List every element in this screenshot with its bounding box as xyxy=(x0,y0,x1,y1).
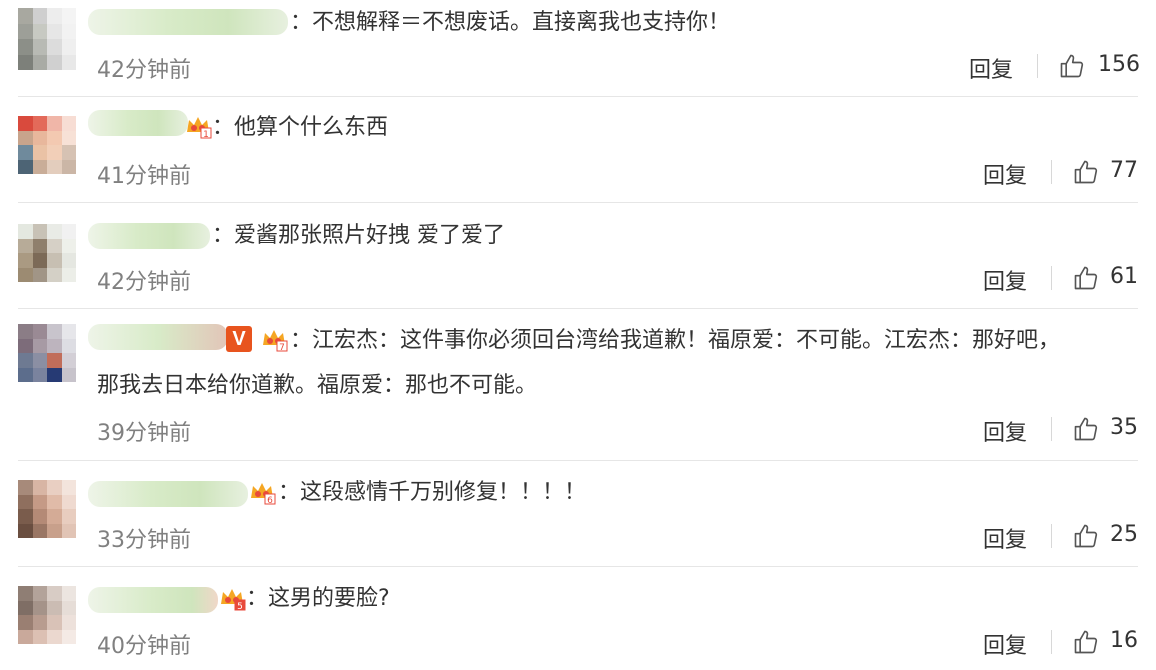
verified-badge: V xyxy=(226,326,252,352)
crown-icon: 1 xyxy=(187,117,212,140)
comment-time: 33分钟前 xyxy=(97,528,191,553)
comment-item: ：爱酱那张照片好拽 爱了爱了 42分钟前 回复 61 xyxy=(0,202,1156,308)
reply-button[interactable]: 回复 xyxy=(983,158,1027,190)
divider xyxy=(1037,54,1038,78)
divider xyxy=(1051,524,1052,548)
comment-time: 42分钟前 xyxy=(97,270,191,295)
comment-text: ：这男的要脸? xyxy=(246,586,390,611)
comment-time: 41分钟前 xyxy=(97,164,191,189)
like-count: 156 xyxy=(1098,52,1140,77)
avatar[interactable] xyxy=(18,480,76,538)
reply-button[interactable]: 回复 xyxy=(969,52,1013,84)
thumbs-up-icon[interactable] xyxy=(1072,628,1100,656)
comment-text: ：江宏杰：这件事你必须回台湾给我道歉！福原爱：不可能。江宏杰：那好吧， xyxy=(290,328,1061,353)
divider xyxy=(1051,266,1052,290)
svg-text:6: 6 xyxy=(267,496,273,506)
reply-button[interactable]: 回复 xyxy=(983,415,1027,447)
comment-text: ：他算个什么东西 xyxy=(212,115,389,140)
comment-time: 39分钟前 xyxy=(97,421,191,446)
thumbs-up-icon[interactable] xyxy=(1058,52,1086,80)
reply-button[interactable]: 回复 xyxy=(983,522,1027,554)
reply-button[interactable]: 回复 xyxy=(983,264,1027,296)
username-blurred[interactable] xyxy=(88,110,188,136)
username-blurred[interactable] xyxy=(88,587,218,613)
reply-button[interactable]: 回复 xyxy=(983,628,1027,660)
avatar[interactable] xyxy=(18,116,76,174)
crown-icon: 7 xyxy=(263,330,288,353)
comment-text: ：不想解释＝不想废话。直接离我也支持你！ xyxy=(290,10,731,35)
divider xyxy=(1051,630,1052,654)
username-blurred[interactable] xyxy=(88,481,248,507)
crown-icon: 6 xyxy=(251,483,276,506)
comment-time: 42分钟前 xyxy=(97,58,191,83)
avatar[interactable] xyxy=(18,224,76,282)
svg-text:5: 5 xyxy=(237,602,243,612)
like-count: 25 xyxy=(1110,522,1138,547)
comment-item: 6 ：这段感情千万别修复！！！！ 33分钟前 回复 25 xyxy=(0,460,1156,566)
comment-item: ：不想解释＝不想废话。直接离我也支持你！ 42分钟前 回复 156 xyxy=(0,0,1156,96)
divider xyxy=(1051,417,1052,441)
avatar[interactable] xyxy=(18,586,76,644)
comment-item: 1 ：他算个什么东西 41分钟前 回复 77 xyxy=(0,96,1156,202)
crown-icon: 5 xyxy=(221,589,246,612)
like-count: 61 xyxy=(1110,264,1138,289)
avatar[interactable] xyxy=(18,324,76,382)
username-blurred[interactable] xyxy=(88,9,288,35)
comment-text: ：爱酱那张照片好拽 爱了爱了 xyxy=(212,223,506,248)
comment-text: ：这段感情千万别修复！！！！ xyxy=(278,480,587,505)
like-count: 35 xyxy=(1110,415,1138,440)
username-blurred[interactable] xyxy=(88,223,210,249)
thumbs-up-icon[interactable] xyxy=(1072,522,1100,550)
username-blurred[interactable] xyxy=(88,324,228,350)
divider xyxy=(1051,160,1052,184)
comment-item: V 7 ：江宏杰：这件事你必须回台湾给我道歉！福原爱：不可能。江宏杰：那好吧， … xyxy=(0,308,1156,460)
thumbs-up-icon[interactable] xyxy=(1072,264,1100,292)
like-count: 16 xyxy=(1110,628,1138,653)
thumbs-up-icon[interactable] xyxy=(1072,415,1100,443)
avatar[interactable] xyxy=(18,8,76,70)
thumbs-up-icon[interactable] xyxy=(1072,158,1100,186)
like-count: 77 xyxy=(1110,158,1138,183)
comment-text-line2: 那我去日本给你道歉。福原爱：那也不可能。 xyxy=(97,373,538,398)
comment-time: 40分钟前 xyxy=(97,634,191,659)
svg-text:1: 1 xyxy=(203,130,209,140)
comment-item: 5 ：这男的要脸? 40分钟前 回复 16 xyxy=(0,566,1156,670)
svg-text:7: 7 xyxy=(279,343,285,353)
